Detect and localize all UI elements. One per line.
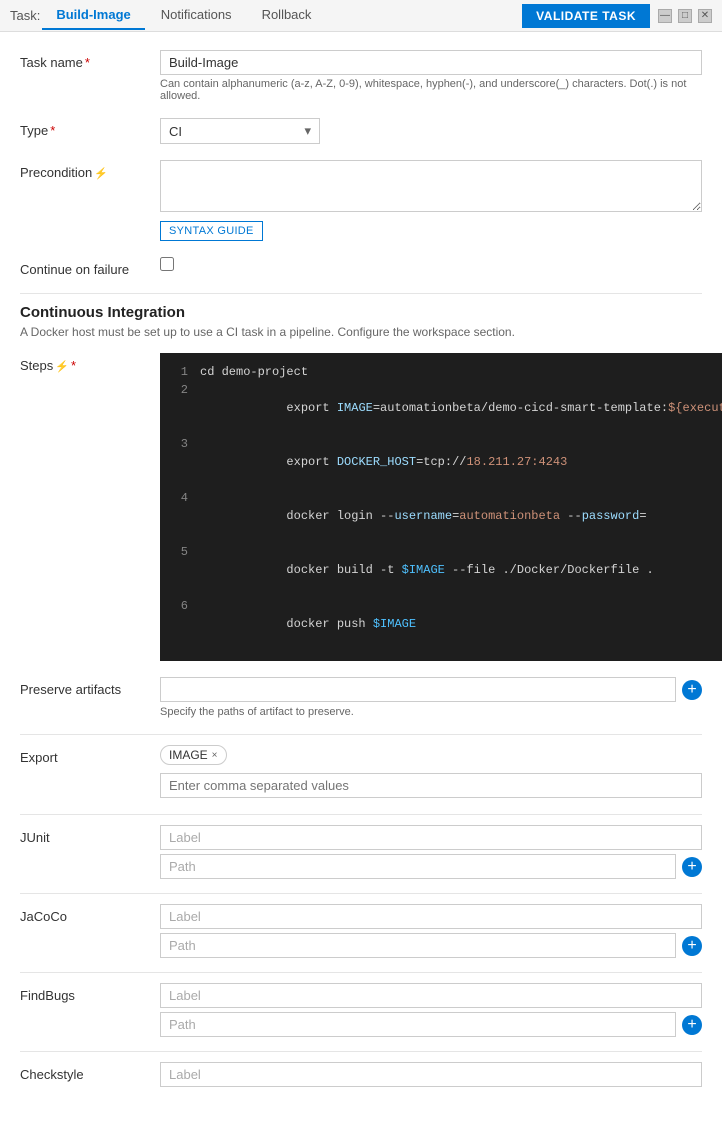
export-tag-row: IMAGE × (160, 745, 702, 773)
findbugs-label-row (160, 983, 702, 1008)
findbugs-label-input[interactable] (160, 983, 702, 1008)
artifact-input-row: + (160, 677, 702, 702)
jacoco-label: JaCoCo (20, 904, 160, 924)
type-label: Type* (20, 118, 160, 138)
precondition-textarea[interactable] (160, 160, 702, 212)
precondition-info-icon: ⚡ (94, 168, 108, 180)
chevron-down-icon: ▾ (304, 123, 311, 139)
validate-task-button[interactable]: VALIDATE TASK (522, 4, 650, 28)
findbugs-label: FindBugs (20, 983, 160, 1003)
add-jacoco-button[interactable]: + (682, 936, 702, 956)
tab-notifications[interactable]: Notifications (147, 1, 246, 30)
steps-info-icon: ⚡ (55, 361, 69, 373)
precondition-field: SYNTAX GUIDE (160, 160, 702, 241)
precondition-row: Precondition⚡ SYNTAX GUIDE (20, 160, 702, 241)
divider-3 (20, 814, 702, 815)
checkstyle-fields (160, 1062, 702, 1091)
checkstyle-label-input[interactable] (160, 1062, 702, 1087)
code-line-5: 5 docker build -t $IMAGE --file ./Docker… (160, 543, 722, 597)
export-label: Export (20, 745, 160, 765)
preserve-artifacts-label: Preserve artifacts (20, 677, 160, 697)
tab-build-image[interactable]: Build-Image (42, 1, 144, 30)
preserve-artifacts-field: + Specify the paths of artifact to prese… (160, 677, 702, 718)
findbugs-row: FindBugs + (20, 983, 702, 1041)
divider-5 (20, 972, 702, 973)
header-bar: Task: Build-Image Notifications Rollback… (0, 0, 722, 32)
checkstyle-label: Checkstyle (20, 1062, 160, 1082)
findbugs-fields: + (160, 983, 702, 1041)
findbugs-path-row: + (160, 1012, 702, 1037)
preserve-artifacts-row: Preserve artifacts + Specify the paths o… (20, 677, 702, 718)
divider-1 (20, 293, 702, 294)
code-line-3: 3 export DOCKER_HOST=tcp://18.211.27:424… (160, 435, 722, 489)
continue-failure-field (160, 257, 702, 271)
divider-6 (20, 1051, 702, 1052)
add-findbugs-button[interactable]: + (682, 1015, 702, 1035)
steps-field: 1 cd demo-project 2 export IMAGE=automat… (160, 353, 722, 661)
junit-row: JUnit + (20, 825, 702, 883)
jacoco-fields: + (160, 904, 702, 962)
ci-section-desc: A Docker host must be set up to use a CI… (20, 325, 702, 339)
preserve-artifacts-hint: Specify the paths of artifact to preserv… (160, 706, 702, 718)
task-name-field: Can contain alphanumeric (a-z, A-Z, 0-9)… (160, 50, 702, 102)
task-name-hint: Can contain alphanumeric (a-z, A-Z, 0-9)… (160, 78, 702, 102)
task-name-row: Task name* Can contain alphanumeric (a-z… (20, 50, 702, 102)
code-line-6: 6 docker push $IMAGE (160, 597, 722, 651)
junit-label: JUnit (20, 825, 160, 845)
close-window-button[interactable]: ✕ (698, 9, 712, 23)
jacoco-label-input[interactable] (160, 904, 702, 929)
findbugs-path-input[interactable] (160, 1012, 676, 1037)
type-row: Type* CI ▾ (20, 118, 702, 144)
continue-failure-label: Continue on failure (20, 257, 160, 277)
export-tag-image: IMAGE × (160, 745, 227, 765)
junit-path-row: + (160, 854, 702, 879)
tab-rollback[interactable]: Rollback (248, 1, 326, 30)
junit-fields: + (160, 825, 702, 883)
jacoco-path-input[interactable] (160, 933, 676, 958)
preserve-artifacts-input[interactable] (160, 677, 676, 702)
code-line-2: 2 export IMAGE=automationbeta/demo-cicd-… (160, 381, 722, 435)
export-tag-text: IMAGE (169, 748, 208, 762)
task-prefix-label: Task: (10, 8, 40, 23)
code-line-4: 4 docker login --username=automationbeta… (160, 489, 722, 543)
checkstyle-label-row (160, 1062, 702, 1087)
jacoco-row: JaCoCo + (20, 904, 702, 962)
export-field: IMAGE × (160, 745, 702, 798)
main-content: Task name* Can contain alphanumeric (a-z… (0, 32, 722, 1121)
add-artifact-button[interactable]: + (682, 680, 702, 700)
task-name-label: Task name* (20, 50, 160, 70)
continue-failure-checkbox[interactable] (160, 257, 174, 271)
precondition-label: Precondition⚡ (20, 160, 160, 180)
task-name-input[interactable] (160, 50, 702, 75)
syntax-guide-button[interactable]: SYNTAX GUIDE (160, 221, 263, 241)
junit-label-row (160, 825, 702, 850)
junit-path-input[interactable] (160, 854, 676, 879)
steps-label: Steps⚡* (20, 353, 160, 373)
checkstyle-row: Checkstyle (20, 1062, 702, 1091)
window-controls: — □ ✕ (658, 9, 712, 23)
export-row: Export IMAGE × (20, 745, 702, 798)
export-tag-close-icon[interactable]: × (212, 750, 218, 761)
continue-failure-row: Continue on failure (20, 257, 702, 277)
code-line-1: 1 cd demo-project (160, 363, 722, 381)
junit-label-input[interactable] (160, 825, 702, 850)
divider-4 (20, 893, 702, 894)
add-junit-button[interactable]: + (682, 857, 702, 877)
jacoco-path-row: + (160, 933, 702, 958)
steps-row: Steps⚡* 1 cd demo-project 2 export IMAGE… (20, 353, 702, 661)
jacoco-label-row (160, 904, 702, 929)
task-name-required: * (85, 55, 90, 70)
code-editor[interactable]: 1 cd demo-project 2 export IMAGE=automat… (160, 353, 722, 661)
type-field: CI ▾ (160, 118, 702, 144)
export-input[interactable] (160, 773, 702, 798)
ci-section-title: Continuous Integration (20, 304, 702, 321)
restore-button[interactable]: □ (678, 9, 692, 23)
minimize-button[interactable]: — (658, 9, 672, 23)
divider-2 (20, 734, 702, 735)
type-select[interactable]: CI ▾ (160, 118, 320, 144)
